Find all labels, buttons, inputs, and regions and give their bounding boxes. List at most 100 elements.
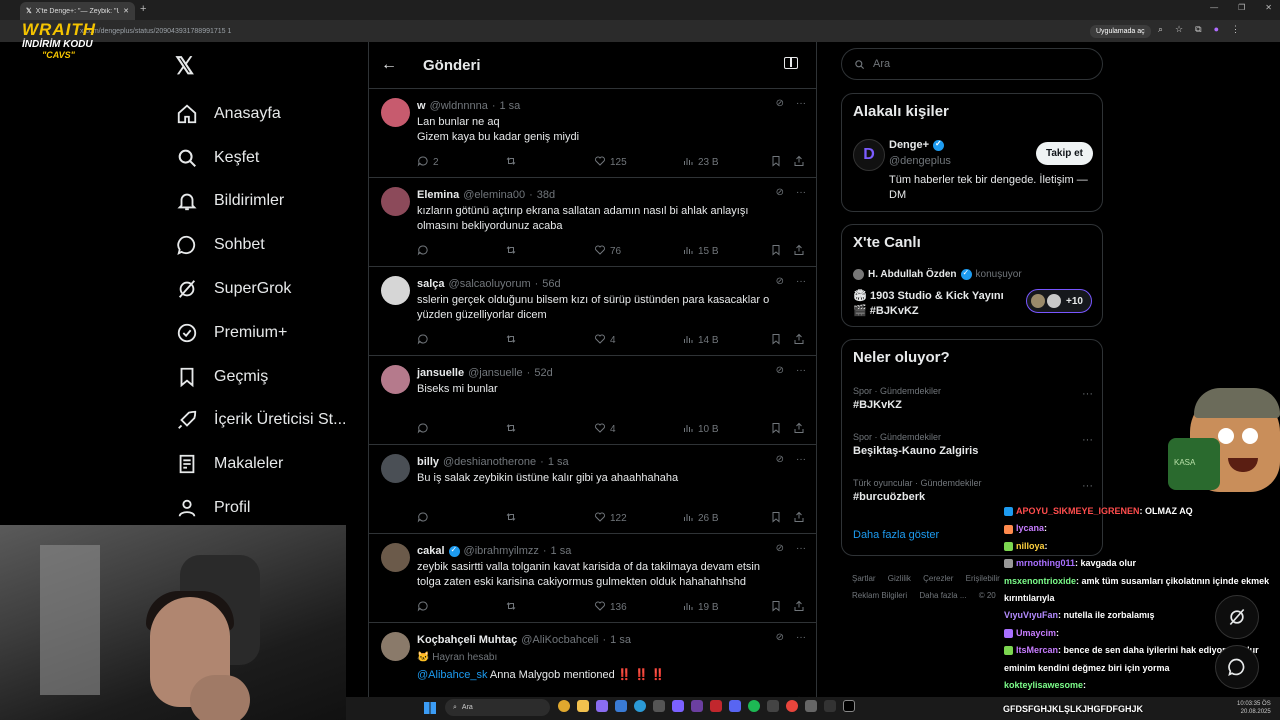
grok-icon[interactable]: ⊘ xyxy=(776,454,784,465)
post-time[interactable]: 1 sa xyxy=(610,634,631,646)
retweet-button[interactable] xyxy=(505,600,521,615)
open-in-app-button[interactable]: Uygulamada aç xyxy=(1090,25,1151,38)
footer-link[interactable]: Şartlar xyxy=(852,574,876,583)
reply-post[interactable]: w @wldnnnna · 1 sa Lan bunlar ne aq Gizem… xyxy=(369,89,816,178)
author-name[interactable]: jansuelle xyxy=(417,367,464,379)
live-title[interactable]: 🏟 1903 Studio & Kick Yayını 🎬 #BJKvKZ xyxy=(853,289,1004,319)
share-button[interactable] xyxy=(793,511,805,526)
share-button[interactable] xyxy=(793,244,805,259)
x-app-icon[interactable] xyxy=(843,700,855,712)
author-handle[interactable]: @ibrahmyilmzz xyxy=(464,545,539,557)
like-button[interactable]: 4 xyxy=(594,422,616,437)
bookmark-button[interactable] xyxy=(770,511,782,526)
retweet-button[interactable] xyxy=(505,155,521,170)
avatar[interactable] xyxy=(381,454,410,483)
author-name[interactable]: w xyxy=(417,100,426,112)
reply-button[interactable]: 2 xyxy=(417,155,439,170)
bookmark-button[interactable] xyxy=(770,422,782,437)
grok-icon[interactable]: ⊘ xyxy=(776,365,784,376)
post-time[interactable]: 38d xyxy=(537,189,555,201)
app-icon[interactable] xyxy=(691,700,703,712)
footer-link[interactable]: Daha fazla ... xyxy=(919,591,966,600)
app-icon[interactable] xyxy=(824,700,836,712)
nav-item-creator-studio[interactable]: İçerik Üreticisi St... xyxy=(176,399,346,443)
more-options-icon[interactable]: ··· xyxy=(1082,388,1093,400)
reply-post[interactable]: salça @salcaoluyorum · 56d sslerin gerçe… xyxy=(369,267,816,356)
reply-post[interactable]: Elemina @elemina00 · 38d kızların götünü… xyxy=(369,178,816,267)
author-handle[interactable]: @AliKocbahceli xyxy=(521,634,598,646)
grok-icon[interactable]: ⊘ xyxy=(776,632,784,643)
views-button[interactable]: 19 B xyxy=(682,600,719,615)
maximize-icon[interactable]: ❐ xyxy=(1238,3,1245,12)
app-icon[interactable] xyxy=(672,700,684,712)
more-options-icon[interactable]: ··· xyxy=(796,187,806,198)
grok-icon[interactable]: ⊘ xyxy=(776,98,784,109)
back-arrow-icon[interactable]: ← xyxy=(381,56,409,74)
minimize-icon[interactable]: — xyxy=(1210,3,1218,12)
views-button[interactable]: 10 B xyxy=(682,422,719,437)
avatar[interactable] xyxy=(381,365,410,394)
system-clock[interactable]: 10:03:35 ÖS 20.08.2025 xyxy=(1237,700,1271,716)
windows-start-icon[interactable] xyxy=(424,702,436,714)
more-options-icon[interactable]: ··· xyxy=(1082,434,1093,446)
follow-button[interactable]: Takip et xyxy=(1035,142,1093,165)
author-handle[interactable]: @elemina00 xyxy=(463,189,525,201)
more-options-icon[interactable]: ··· xyxy=(796,543,806,554)
views-button[interactable]: 14 B xyxy=(682,333,719,348)
new-tab-icon[interactable]: + xyxy=(140,3,146,15)
taskbar-search[interactable]: ⌕ Ara xyxy=(445,699,550,716)
app-icon[interactable] xyxy=(710,700,722,712)
share-button[interactable] xyxy=(793,155,805,170)
views-button[interactable]: 26 B xyxy=(682,511,719,526)
person-name[interactable]: Denge+ xyxy=(889,139,929,151)
bookmark-button[interactable] xyxy=(770,600,782,615)
nav-item-chat[interactable]: Sohbet xyxy=(176,223,346,267)
more-options-icon[interactable]: ··· xyxy=(796,632,806,643)
grok-icon[interactable]: ⊘ xyxy=(776,187,784,198)
close-window-icon[interactable]: ✕ xyxy=(1265,3,1272,12)
post-time[interactable]: 1 sa xyxy=(551,545,572,557)
author-handle[interactable]: @wldnnnna xyxy=(430,100,488,112)
browser-tab[interactable]: 𝕏 X'te Denge+: "— Zeybik: "Ünal ✕ xyxy=(20,2,135,20)
bookmark-button[interactable] xyxy=(770,333,782,348)
nav-item-home[interactable]: Anasayfa xyxy=(176,92,346,136)
grok-icon[interactable]: ⊘ xyxy=(776,276,784,287)
views-button[interactable]: 15 B xyxy=(682,244,719,259)
like-button[interactable]: 125 xyxy=(594,155,627,170)
app-icon[interactable] xyxy=(653,700,665,712)
reply-button[interactable] xyxy=(417,422,433,437)
like-button[interactable]: 4 xyxy=(594,333,616,348)
app-icon[interactable] xyxy=(786,700,798,712)
reply-post[interactable]: jansuelle @jansuelle · 52d Biseks mi bun… xyxy=(369,356,816,445)
author-handle[interactable]: @deshianotherone xyxy=(443,456,536,468)
reader-mode-icon[interactable] xyxy=(784,57,798,69)
search-input[interactable]: Ara xyxy=(841,48,1103,80)
reply-button[interactable] xyxy=(417,511,433,526)
profile-icon[interactable]: ● xyxy=(1214,24,1219,35)
mention-link[interactable]: @Alibahce_sk xyxy=(417,669,487,681)
share-button[interactable] xyxy=(793,333,805,348)
nav-item-bookmarks[interactable]: Geçmiş xyxy=(176,355,346,399)
trend-item[interactable]: Türk oyuncular · Gündemdekiler #burcuözb… xyxy=(853,478,1093,503)
author-name[interactable]: Elemina xyxy=(417,189,459,201)
avatar[interactable]: D xyxy=(853,139,885,171)
app-icon[interactable] xyxy=(767,700,779,712)
app-icon[interactable] xyxy=(596,700,608,712)
grok-fab-button[interactable] xyxy=(1215,595,1259,639)
share-button[interactable] xyxy=(793,422,805,437)
retweet-button[interactable] xyxy=(505,244,521,259)
author-handle[interactable]: @salcaoluyorum xyxy=(449,278,531,290)
close-tab-icon[interactable]: ✕ xyxy=(123,7,129,15)
reply-button[interactable] xyxy=(417,600,433,615)
more-options-icon[interactable]: ··· xyxy=(1082,480,1093,492)
avatar[interactable] xyxy=(381,276,410,305)
post-time[interactable]: 56d xyxy=(542,278,560,290)
retweet-button[interactable] xyxy=(505,333,521,348)
star-icon[interactable]: ☆ xyxy=(1175,24,1183,35)
more-options-icon[interactable]: ··· xyxy=(796,454,806,465)
reply-button[interactable] xyxy=(417,244,433,259)
spotify-app-icon[interactable] xyxy=(748,700,760,712)
author-name[interactable]: salça xyxy=(417,278,445,290)
bookmark-button[interactable] xyxy=(770,155,782,170)
trend-item[interactable]: Spor · Gündemdekiler Beşiktaş-Kauno Zalg… xyxy=(853,432,1093,457)
